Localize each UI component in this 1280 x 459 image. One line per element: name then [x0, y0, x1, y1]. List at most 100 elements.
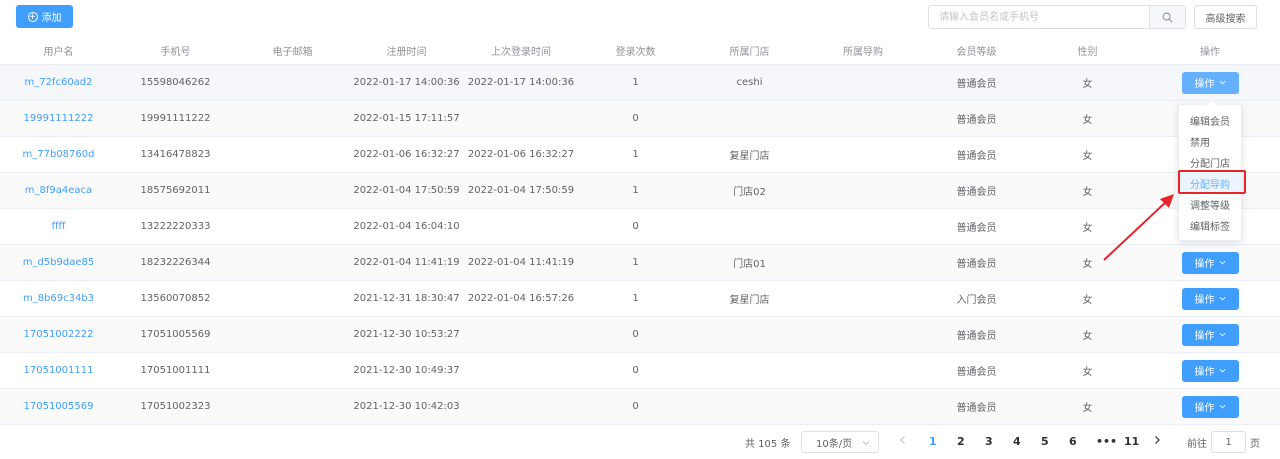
cell-last: 2022-01-06 16:32:27	[467, 149, 575, 160]
username-link[interactable]: m_8b69c34b3	[0, 281, 117, 316]
cell-gender: 女	[1082, 151, 1093, 162]
cell-operation: 操作	[1140, 389, 1280, 424]
operation-button[interactable]: 操作	[1181, 359, 1239, 382]
cell-reg: 2022-01-04 17:50:59	[353, 185, 460, 196]
cell-count: 1	[632, 257, 639, 268]
cell-level: 普通会员	[956, 403, 997, 414]
cell-operation: 操作	[1140, 281, 1280, 316]
cell-email	[234, 245, 351, 280]
cell-last	[462, 353, 580, 388]
cell-store	[691, 101, 808, 136]
cell-level: 普通会员	[956, 151, 997, 162]
cell-count: 1	[632, 149, 639, 160]
cell-store: 门店01	[733, 259, 766, 270]
table-row: 17051005569 17051002323 2021-12-30 10:42:0…	[0, 389, 1280, 425]
column-header: 手机号	[160, 46, 191, 58]
dropdown-item[interactable]: 调整等级	[1179, 194, 1241, 215]
chevron-down-icon	[1219, 80, 1225, 85]
next-page-icon[interactable]	[1152, 435, 1162, 445]
cell-reg: 2022-01-06 16:32:27	[353, 149, 460, 160]
username-link[interactable]: m_77b08760d	[0, 137, 117, 172]
page-number[interactable]: 4	[1013, 435, 1021, 448]
search-input[interactable]	[929, 6, 1149, 28]
cell-last: 2022-01-04 11:41:19	[467, 257, 575, 268]
page-number[interactable]: 11	[1124, 435, 1139, 448]
search-box	[928, 5, 1186, 29]
cell-gender: 女	[1082, 367, 1093, 378]
operation-button[interactable]: 操作	[1181, 287, 1239, 310]
cell-last: 2022-01-04 16:57:26	[467, 293, 575, 304]
username-link[interactable]: 17051001111	[0, 353, 117, 388]
plus-circle-icon: +	[27, 11, 38, 22]
page-number[interactable]: 5	[1041, 435, 1049, 448]
chevron-down-icon	[1219, 368, 1225, 373]
page-number[interactable]: 1	[929, 435, 937, 448]
cell-last: 2022-01-04 17:50:59	[467, 185, 575, 196]
cell-phone: 17051005569	[140, 329, 211, 340]
cell-level: 普通会员	[956, 79, 997, 90]
operation-button[interactable]: 操作	[1181, 251, 1239, 274]
cell-reg: 2021-12-31 18:30:47	[353, 293, 460, 304]
username-link[interactable]: m_72fc60ad2	[0, 65, 117, 100]
cell-guide	[808, 389, 918, 424]
dropdown-item[interactable]: 编辑会员	[1179, 110, 1241, 131]
table-row: m_8f9a4eaca 18575692011 2022-01-04 17:50:5…	[0, 173, 1280, 209]
cell-store: 门店02	[733, 187, 766, 198]
cell-email	[234, 173, 351, 208]
cell-phone: 15598046262	[140, 77, 211, 88]
operation-button-label: 操作	[1194, 367, 1215, 378]
dropdown-item[interactable]: 编辑标签	[1179, 215, 1241, 236]
advanced-search-button[interactable]: 高级搜索	[1194, 5, 1257, 29]
cell-level: 普通会员	[956, 115, 997, 126]
username-link[interactable]: 17051005569	[0, 389, 117, 424]
cell-gender: 女	[1082, 115, 1093, 126]
member-table: 用户名 手机号 电子邮箱 注册时间 上次登录时间 登录次数 所属门店 所属导购 会员等级 性别 操作…	[0, 36, 1280, 425]
cell-email	[234, 101, 351, 136]
chevron-down-icon	[862, 441, 870, 446]
more-pages-icon[interactable]: •••	[1096, 435, 1117, 448]
cell-guide	[808, 101, 918, 136]
page-size-select[interactable]: 10条/页	[801, 431, 879, 453]
column-header: 所属门店	[729, 46, 770, 58]
username-link[interactable]: 17051002222	[0, 317, 117, 352]
cell-count: 0	[632, 365, 639, 376]
cell-level: 入门会员	[956, 295, 997, 306]
column-header: 操作	[1200, 46, 1220, 58]
operation-button-label: 操作	[1194, 331, 1215, 342]
cell-guide	[808, 137, 918, 172]
cell-count: 1	[632, 293, 639, 304]
add-button[interactable]: + 添加	[16, 5, 73, 28]
operation-button-label: 操作	[1194, 79, 1215, 90]
page-number[interactable]: 6	[1069, 435, 1077, 448]
username-link[interactable]: 19991111222	[0, 101, 117, 136]
cell-email	[234, 209, 351, 244]
cell-phone: 19991111222	[140, 113, 211, 124]
cell-store	[691, 353, 808, 388]
cell-store	[691, 389, 808, 424]
cell-level: 普通会员	[956, 367, 997, 378]
page-number[interactable]: 3	[985, 435, 993, 448]
username-link[interactable]: m_d5b9dae85	[0, 245, 117, 280]
username-link[interactable]: m_8f9a4eaca	[0, 173, 117, 208]
cell-operation: 操作	[1140, 353, 1280, 388]
cell-email	[234, 281, 351, 316]
search-button[interactable]	[1149, 6, 1185, 28]
cell-operation: 操作	[1140, 65, 1280, 100]
operation-button[interactable]: 操作	[1181, 71, 1239, 94]
cell-count: 0	[632, 401, 639, 412]
cell-store: 复星门店	[729, 295, 770, 306]
operation-button[interactable]: 操作	[1181, 323, 1239, 346]
operation-button[interactable]: 操作	[1181, 395, 1239, 418]
cell-reg: 2022-01-17 14:00:36	[353, 77, 460, 88]
goto-page-input[interactable]	[1211, 431, 1246, 453]
prev-page-icon[interactable]	[898, 435, 908, 445]
username-link[interactable]: ffff	[0, 209, 117, 244]
dropdown-item[interactable]: 禁用	[1179, 131, 1241, 152]
table-row: 19991111222 19991111222 2022-01-15 17:11:5…	[0, 101, 1280, 137]
page-number[interactable]: 2	[957, 435, 965, 448]
cell-email	[234, 137, 351, 172]
column-header: 登录次数	[615, 46, 656, 58]
cell-phone: 18575692011	[140, 185, 211, 196]
toolbar: + 添加 高级搜索	[0, 0, 1280, 36]
column-header: 用户名	[43, 46, 74, 58]
